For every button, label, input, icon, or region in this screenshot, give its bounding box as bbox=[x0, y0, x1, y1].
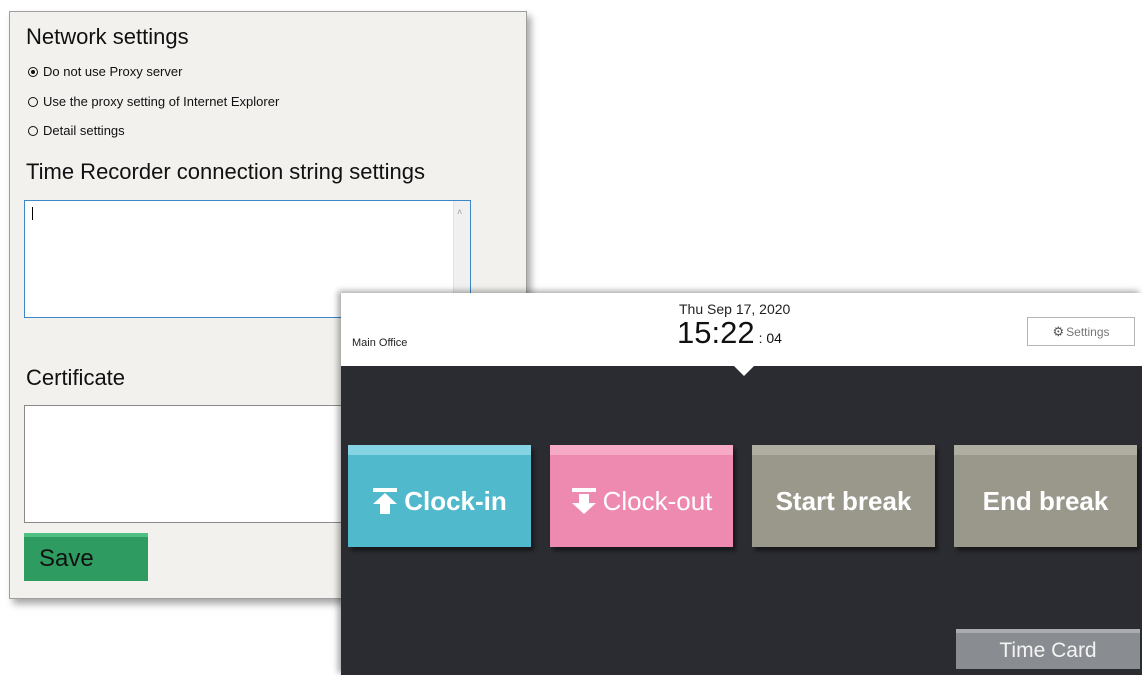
settings-button[interactable]: ⚙ Settings bbox=[1027, 317, 1135, 346]
recorder-header: Main Office Thu Sep 17, 2020 15:22: 04 ⚙… bbox=[341, 293, 1142, 366]
clock-out-button[interactable]: Clock-out bbox=[550, 445, 733, 547]
clock-in-arrow-up-icon bbox=[372, 487, 398, 515]
connection-string-title: Time Recorder connection string settings bbox=[26, 159, 426, 184]
location-label: Main Office bbox=[352, 337, 408, 349]
radio-no-proxy[interactable]: Do not use Proxy server bbox=[28, 64, 182, 79]
start-break-label: Start break bbox=[775, 485, 912, 516]
clock-in-button[interactable]: Clock-in bbox=[348, 445, 531, 547]
end-break-label: End break bbox=[982, 485, 1109, 516]
time-card-button[interactable]: Time Card bbox=[956, 629, 1140, 669]
time-recorder-window: Main Office Thu Sep 17, 2020 15:22: 04 ⚙… bbox=[341, 293, 1142, 675]
clock-in-label: Clock-in bbox=[404, 485, 507, 516]
clock-out-arrow-down-icon bbox=[571, 487, 597, 515]
radio-label: Do not use Proxy server bbox=[43, 64, 183, 79]
time-seconds: : 04 bbox=[758, 330, 782, 346]
radio-label: Detail settings bbox=[43, 123, 125, 138]
time-hours-minutes: 15:22 bbox=[677, 315, 755, 350]
settings-button-label: Settings bbox=[1066, 324, 1110, 339]
scroll-up-arrow-icon[interactable]: ˄ bbox=[457, 207, 462, 217]
save-button[interactable]: Save bbox=[24, 533, 148, 581]
text-caret bbox=[32, 207, 33, 220]
radio-label: Use the proxy setting of Internet Explor… bbox=[43, 94, 280, 109]
gear-icon: ⚙ bbox=[1052, 323, 1065, 339]
certificate-title: Certificate bbox=[26, 365, 126, 390]
start-break-button[interactable]: Start break bbox=[752, 445, 935, 547]
radio-selected-icon[interactable] bbox=[28, 66, 38, 77]
radio-detail-settings[interactable]: Detail settings bbox=[28, 123, 125, 138]
clock-out-label: Clock-out bbox=[602, 485, 713, 516]
radio-unselected-icon[interactable] bbox=[28, 125, 38, 136]
network-settings-title: Network settings bbox=[26, 24, 189, 49]
end-break-button[interactable]: End break bbox=[954, 445, 1137, 547]
radio-unselected-icon[interactable] bbox=[28, 96, 38, 107]
header-pointer bbox=[734, 366, 754, 376]
clock-display: 15:22: 04 bbox=[677, 315, 782, 351]
certificate-textarea[interactable] bbox=[24, 405, 364, 523]
radio-ie-proxy[interactable]: Use the proxy setting of Internet Explor… bbox=[28, 94, 279, 109]
